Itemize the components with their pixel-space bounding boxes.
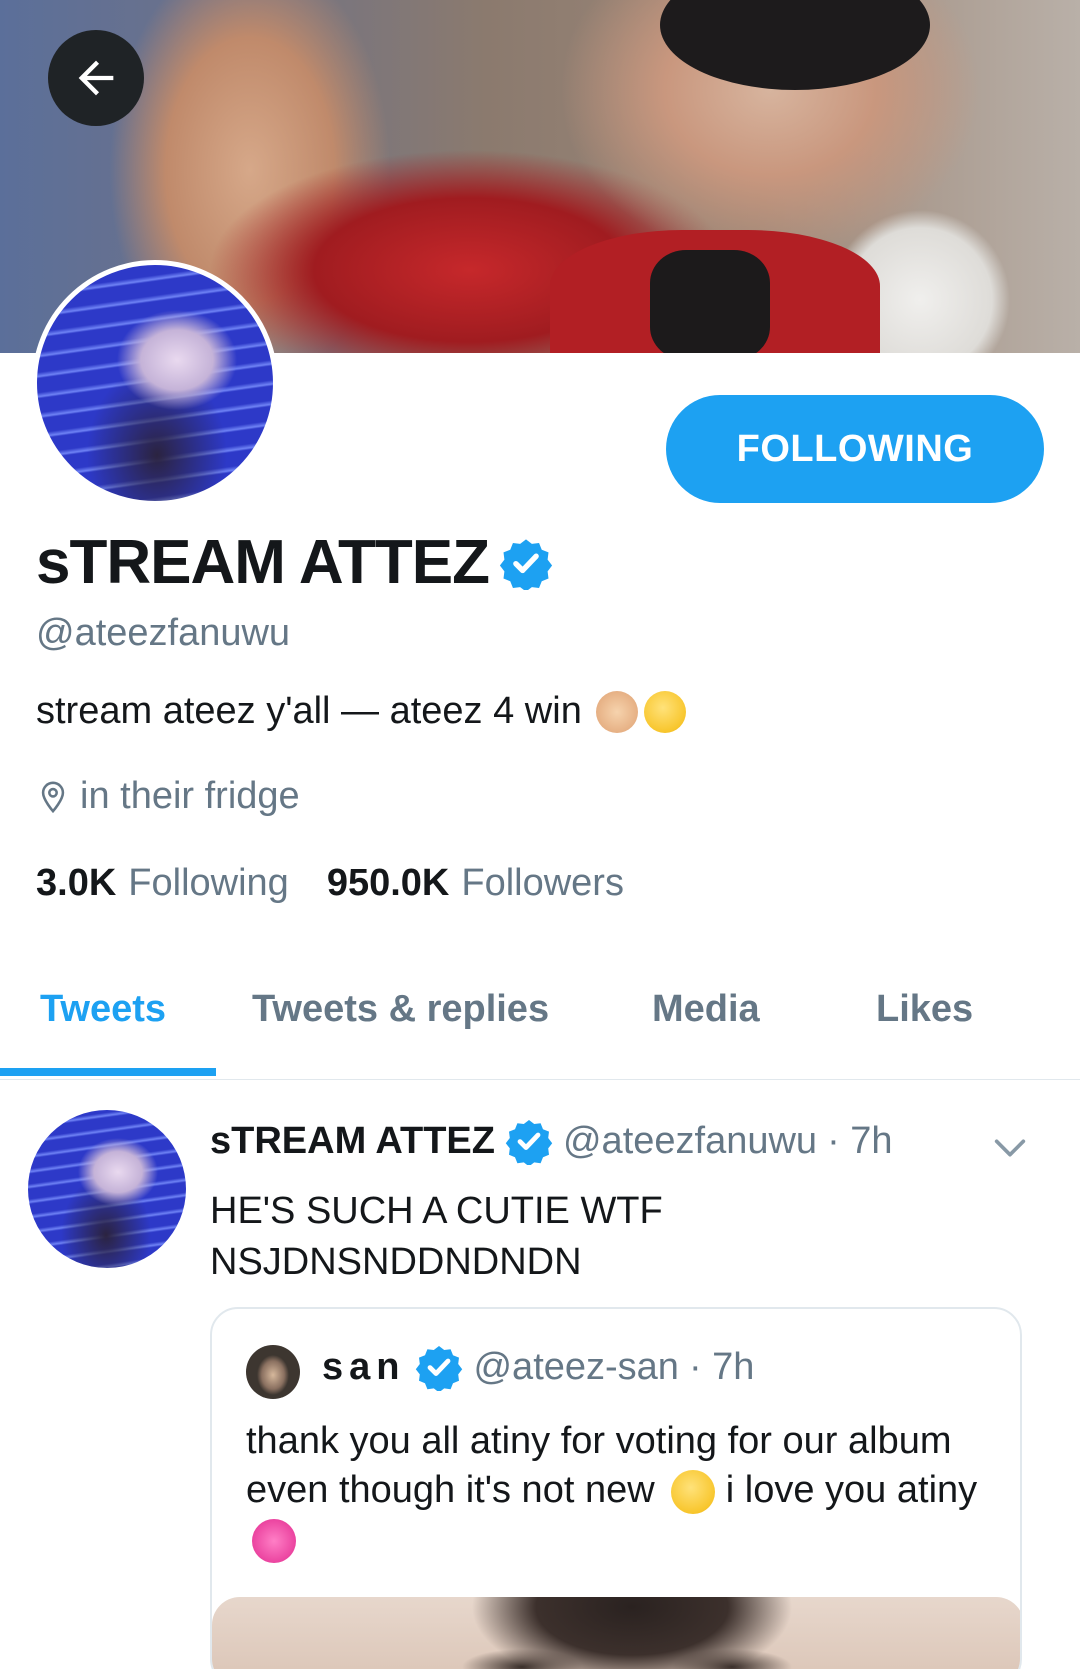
tweet-header: sTREAM ATTEZ @ateezfanuwu · 7h	[210, 1117, 893, 1165]
banner-neck-shape	[650, 250, 770, 353]
fist-emoji-icon	[595, 690, 638, 733]
tab-likes[interactable]: Likes	[876, 988, 973, 1031]
tab-tweets[interactable]: Tweets	[40, 988, 166, 1031]
quoted-tweet-author-name: san	[322, 1345, 406, 1388]
quoted-tweet-header: san @ateez-san · 7h	[322, 1343, 754, 1391]
quoted-tweet-avatar	[246, 1345, 300, 1399]
following-button[interactable]: FOLLOWING	[666, 395, 1044, 503]
followers-stat[interactable]: 950.0K Followers	[327, 862, 624, 905]
banner-cap-shape	[660, 0, 930, 90]
profile-bio: stream ateez y'all — ateez 4 win	[36, 690, 686, 733]
smiling-face-emoji-icon	[671, 1469, 716, 1514]
quoted-tweet-text: thank you all atiny for voting for our a…	[246, 1417, 1006, 1564]
active-tab-indicator	[0, 1068, 216, 1076]
chevron-down-icon	[994, 1139, 1026, 1157]
profile-avatar[interactable]	[32, 260, 278, 506]
tweet-text-line: HE'S SUCH A CUTIE WTF	[210, 1190, 663, 1232]
quoted-tweet-timestamp: · 7h	[688, 1345, 755, 1388]
profile-tabs: Tweets Tweets & replies Media Likes	[0, 970, 1080, 1080]
arrow-left-icon	[78, 60, 114, 96]
tweet-menu-button[interactable]	[990, 1128, 1030, 1173]
following-count: 3.0K	[36, 862, 117, 904]
tweet-avatar[interactable]	[28, 1110, 186, 1268]
profile-handle: @ateezfanuwu	[36, 612, 291, 654]
quoted-tweet-image[interactable]	[212, 1597, 1020, 1669]
back-button[interactable]	[48, 30, 144, 126]
tweet-text: HE'S SUCH A CUTIE WTF NSJDNSNDDNDNDN	[210, 1186, 1030, 1288]
profile-stats: 3.0K Following 950.0K Followers	[36, 862, 662, 905]
pensive-face-emoji-icon	[643, 690, 686, 733]
following-label: Following	[128, 862, 289, 904]
tab-tweets-and-replies[interactable]: Tweets & replies	[252, 988, 549, 1031]
tab-media[interactable]: Media	[652, 988, 760, 1031]
two-hearts-emoji-icon	[252, 1518, 296, 1563]
profile-location: in their fridge	[36, 775, 300, 818]
location-pin-icon	[41, 781, 65, 813]
bio-text: stream ateez y'all — ateez 4 win	[36, 690, 582, 732]
quoted-tweet-text-part: i love you atiny	[725, 1469, 978, 1511]
profile-display-name: sTREAM ATTEZ	[36, 527, 553, 598]
location-text: in their fridge	[80, 775, 300, 817]
tweet-author-name[interactable]: sTREAM ATTEZ	[210, 1120, 495, 1163]
tweet-author-handle: @ateezfanuwu	[562, 1119, 818, 1162]
following-stat[interactable]: 3.0K Following	[36, 862, 289, 905]
display-name-text: sTREAM ATTEZ	[36, 528, 490, 597]
followers-label: Followers	[461, 862, 624, 904]
verified-badge-icon	[499, 536, 553, 590]
verified-badge-icon	[505, 1117, 553, 1165]
tweet-text-line: NSJDNSNDDNDNDN	[210, 1241, 582, 1283]
verified-badge-icon	[415, 1343, 463, 1391]
quoted-tweet-handle: @ateez-san	[473, 1345, 679, 1388]
tweet-timestamp: · 7h	[827, 1119, 893, 1162]
quoted-tweet-card[interactable]: san @ateez-san · 7h thank you all atiny …	[210, 1307, 1022, 1669]
followers-count: 950.0K	[326, 862, 450, 904]
